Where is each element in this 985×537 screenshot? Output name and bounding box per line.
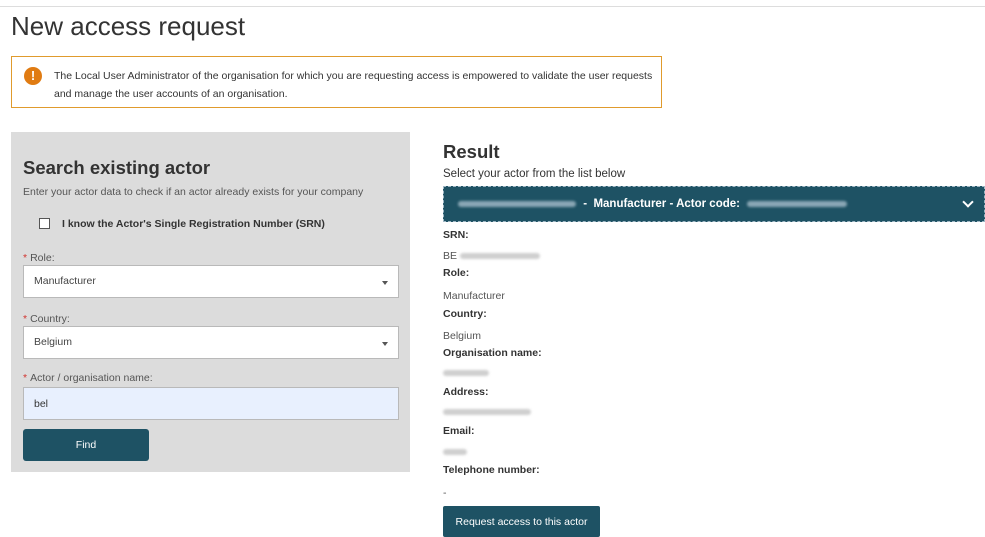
redacted-email <box>443 449 467 456</box>
required-marker: * <box>23 313 28 325</box>
redacted-actor-name <box>458 200 576 207</box>
country-label: Country: <box>443 308 487 320</box>
srn-checkbox[interactable] <box>39 218 50 229</box>
search-actor-panel: Search existing actor Enter your actor d… <box>11 132 410 472</box>
search-panel-title: Search existing actor <box>23 157 211 178</box>
actor-result-select[interactable]: - Manufacturer - Actor code: <box>443 186 985 222</box>
email-value <box>443 446 467 458</box>
address-label: Address: <box>443 386 489 398</box>
role-select[interactable]: Manufacturer <box>23 265 399 298</box>
role-select-value: Manufacturer <box>34 275 96 287</box>
srn-value: BE <box>443 250 540 262</box>
organisation-name-label: Organisation name: <box>443 347 542 359</box>
redacted-srn <box>459 253 540 260</box>
actor-select-separator: - <box>583 198 588 210</box>
actor-name-input[interactable] <box>23 387 399 420</box>
search-panel-hint: Enter your actor data to check if an act… <box>23 186 364 198</box>
role-label-text: Role: <box>30 252 55 264</box>
caret-down-icon <box>382 342 388 346</box>
info-notice: ! The Local User Administrator of the or… <box>11 56 662 108</box>
srn-prefix: BE <box>443 250 458 262</box>
result-title: Result <box>443 141 500 162</box>
page-title: New access request <box>11 11 246 41</box>
country-select-value: Belgium <box>34 336 72 348</box>
organisation-name-value <box>443 367 489 379</box>
srn-checkbox-label[interactable]: I know the Actor's Single Registration N… <box>62 218 325 230</box>
caret-down-icon <box>382 281 388 285</box>
role-label: Role: <box>443 267 470 279</box>
find-button[interactable]: Find <box>23 429 149 461</box>
role-value: Manufacturer <box>443 290 505 302</box>
header-divider <box>0 6 985 7</box>
redacted-actor-code <box>747 200 848 207</box>
address-value <box>443 406 531 418</box>
country-field-label: * Country: <box>23 313 70 325</box>
name-field-label: * Actor / organisation name: <box>23 372 153 384</box>
required-marker: * <box>23 252 28 264</box>
actor-select-role: Manufacturer - Actor code: <box>593 198 740 210</box>
country-select[interactable]: Belgium <box>23 326 399 359</box>
result-hint: Select your actor from the list below <box>443 168 626 180</box>
actor-select-label: - Manufacturer - Actor code: <box>454 198 851 210</box>
required-marker: * <box>23 372 28 384</box>
chevron-down-icon <box>962 196 974 208</box>
role-field-label: * Role: <box>23 252 55 264</box>
request-access-button[interactable]: Request access to this actor <box>443 506 600 537</box>
redacted-address <box>443 409 531 416</box>
name-label-text: Actor / organisation name: <box>30 372 153 384</box>
telephone-value: - <box>443 487 447 499</box>
email-label: Email: <box>443 425 475 437</box>
country-value: Belgium <box>443 330 481 342</box>
exclamation-icon: ! <box>24 67 42 85</box>
telephone-label: Telephone number: <box>443 464 540 476</box>
redacted-organisation-name <box>443 370 489 377</box>
country-label-text: Country: <box>30 313 70 325</box>
notice-text: The Local User Administrator of the orga… <box>54 70 653 100</box>
srn-label: SRN: <box>443 229 469 241</box>
